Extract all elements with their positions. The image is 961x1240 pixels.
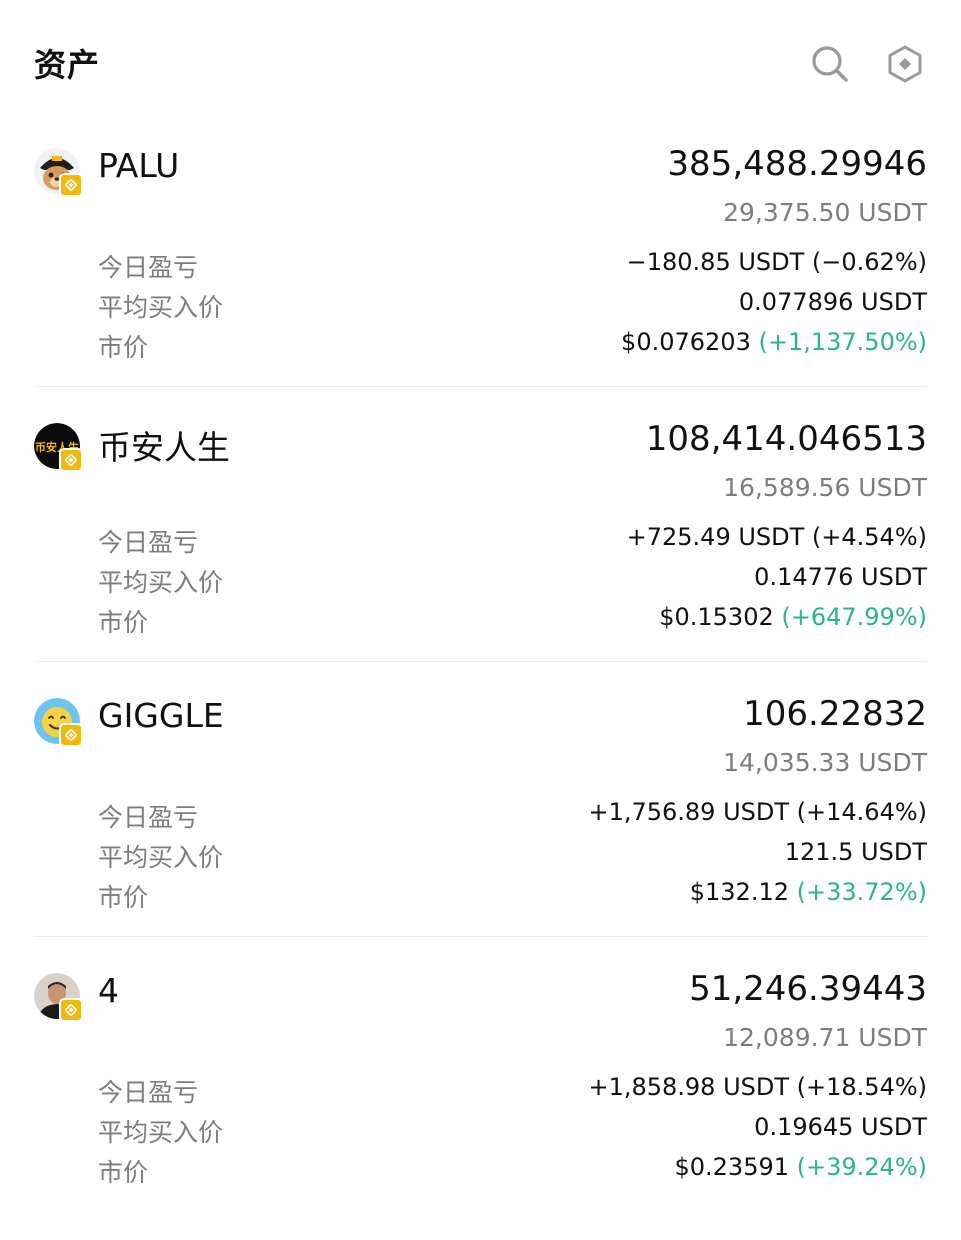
market-change: (+33.72%): [796, 878, 927, 906]
asset-value: 14,035.33 USDT: [723, 748, 927, 777]
asset-quantity: 106.22832: [743, 694, 927, 734]
market-price: $132.12: [689, 878, 789, 906]
asset-value: 12,089.71 USDT: [723, 1023, 927, 1052]
avg-buy-price-row: 平均买入价 121.5 USDT: [98, 838, 927, 874]
avg-buy-price-value: 121.5 USDT: [784, 838, 927, 866]
today-pnl-value: +725.49 USDT (+4.54%): [626, 523, 927, 551]
binance-badge-icon: [59, 723, 83, 747]
market-price-row: 市价 $0.23591 (+39.24%): [98, 1153, 927, 1189]
market-price: $0.15302: [659, 603, 774, 631]
market-change: (+1,137.50%): [758, 328, 927, 356]
market-price-value: $0.076203 (+1,137.50%): [621, 328, 927, 356]
today-pnl-row: 今日盈亏 +1,858.98 USDT (+18.54%): [98, 1073, 927, 1109]
asset-quantity: 385,488.29946: [667, 144, 927, 184]
asset-row-palu[interactable]: PALU 385,488.29946 29,375.50 USDT 今日盈亏 −…: [34, 140, 927, 415]
asset-row-binance-life[interactable]: 币安人生 币安人生 108,414.046513 16,589.56 USDT …: [34, 415, 927, 690]
market-price-row: 市价 $0.076203 (+1,137.50%): [98, 328, 927, 364]
market-change: (+647.99%): [781, 603, 927, 631]
market-price-value: $0.23591 (+39.24%): [674, 1153, 927, 1181]
binance-badge-icon: [59, 448, 83, 472]
avg-buy-price-label: 平均买入价: [98, 1118, 224, 1147]
today-pnl-label: 今日盈亏: [98, 253, 199, 282]
asset-quantity: 51,246.39443: [689, 969, 927, 1009]
binance-badge-icon: [59, 173, 83, 197]
asset-row-4[interactable]: 4 51,246.39443 12,089.71 USDT 今日盈亏 +1,85…: [34, 965, 927, 1240]
asset-name: PALU: [98, 146, 180, 185]
asset-name: 币安人生: [98, 428, 230, 467]
divider: [34, 936, 927, 937]
binance-badge-icon: [59, 998, 83, 1022]
market-price-label: 市价: [98, 1158, 149, 1187]
asset-name: 4: [98, 971, 119, 1010]
today-pnl-row: 今日盈亏 −180.85 USDT (−0.62%): [98, 248, 927, 284]
avg-buy-price-value: 0.19645 USDT: [754, 1113, 927, 1141]
avg-buy-price-label: 平均买入价: [98, 568, 224, 597]
today-pnl-label: 今日盈亏: [98, 1078, 199, 1107]
today-pnl-value: +1,756.89 USDT (+14.64%): [588, 798, 927, 826]
today-pnl-label: 今日盈亏: [98, 803, 199, 832]
market-price-row: 市价 $132.12 (+33.72%): [98, 878, 927, 914]
market-price-label: 市价: [98, 333, 149, 362]
binance-life-avatar-icon: 币安人生: [34, 423, 83, 472]
market-change: (+39.24%): [796, 1153, 927, 1181]
divider: [34, 386, 927, 387]
header: 资产: [34, 38, 927, 92]
today-pnl-row: 今日盈亏 +1,756.89 USDT (+14.64%): [98, 798, 927, 834]
palu-dog-avatar-icon: [34, 148, 83, 197]
divider: [34, 661, 927, 662]
today-pnl-value: +1,858.98 USDT (+18.54%): [588, 1073, 927, 1101]
market-price: $0.23591: [674, 1153, 789, 1181]
today-pnl-value: −180.85 USDT (−0.62%): [626, 248, 927, 276]
avg-buy-price-row: 平均买入价 0.19645 USDT: [98, 1113, 927, 1149]
asset-name: GIGGLE: [98, 696, 224, 735]
market-price-value: $132.12 (+33.72%): [690, 878, 927, 906]
asset-row-giggle[interactable]: GIGGLE 106.22832 14,035.33 USDT 今日盈亏 +1,…: [34, 690, 927, 965]
today-pnl-row: 今日盈亏 +725.49 USDT (+4.54%): [98, 523, 927, 559]
market-price-value: $0.15302 (+647.99%): [659, 603, 927, 631]
giggle-smiley-avatar-icon: [34, 698, 83, 747]
market-price-row: 市价 $0.15302 (+647.99%): [98, 603, 927, 639]
asset-value: 29,375.50 USDT: [723, 198, 927, 227]
avg-buy-price-label: 平均买入价: [98, 843, 224, 872]
person-photo-avatar-icon: [34, 973, 83, 1022]
avg-buy-price-value: 0.14776 USDT: [754, 563, 927, 591]
avg-buy-price-row: 平均买入价 0.14776 USDT: [98, 563, 927, 599]
avg-buy-price-value: 0.077896 USDT: [738, 288, 927, 316]
avg-buy-price-label: 平均买入价: [98, 293, 224, 322]
market-price-label: 市价: [98, 883, 149, 912]
asset-quantity: 108,414.046513: [645, 419, 927, 459]
today-pnl-label: 今日盈亏: [98, 528, 199, 557]
search-icon[interactable]: [808, 42, 852, 86]
market-price: $0.076203: [621, 328, 751, 356]
page-title: 资产: [34, 46, 101, 84]
market-price-label: 市价: [98, 608, 149, 637]
hexagon-settings-icon[interactable]: [883, 42, 927, 86]
asset-value: 16,589.56 USDT: [723, 473, 927, 502]
avg-buy-price-row: 平均买入价 0.077896 USDT: [98, 288, 927, 324]
